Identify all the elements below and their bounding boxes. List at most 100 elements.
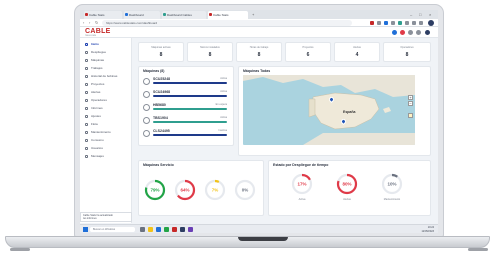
downloads-icon[interactable] bbox=[412, 21, 416, 25]
sidebar-item-ajustes[interactable]: Ajustes bbox=[83, 113, 129, 119]
machine-row[interactable]: SCU24968 Activa bbox=[143, 90, 227, 100]
alert-icon[interactable] bbox=[400, 30, 405, 35]
machine-bar bbox=[153, 134, 227, 136]
sidebar-item-label: Ajustes bbox=[91, 114, 101, 118]
minimize-icon[interactable]: – bbox=[410, 10, 412, 19]
profile-avatar[interactable] bbox=[428, 20, 434, 26]
notification-bell-icon[interactable] bbox=[392, 30, 397, 35]
laptop-foot-right bbox=[468, 248, 488, 251]
browser-address-bar: ‹ › ↻ https://www.cablestats.com/dashboa… bbox=[80, 19, 438, 27]
taskbar-clock[interactable]: 10:24 12/05/2023 bbox=[421, 226, 434, 233]
stat-title: Operadores bbox=[400, 46, 414, 49]
project-gauges-panel: Estado por Despliegue de tiempo 17% 80% … bbox=[268, 160, 431, 216]
stat-card[interactable]: Proyectos 6 bbox=[285, 42, 331, 62]
sidebar-item-inicio[interactable]: Inicio bbox=[83, 41, 129, 47]
sidebar-item-label: Inicio bbox=[91, 42, 99, 46]
file-explorer-icon[interactable] bbox=[148, 227, 153, 232]
sidebar-item-label: Operadores bbox=[91, 98, 107, 102]
zoom-out-icon[interactable]: − bbox=[408, 101, 413, 106]
zoom-in-icon[interactable]: + bbox=[408, 95, 413, 100]
tab-favicon-icon bbox=[163, 13, 166, 16]
machine-icon bbox=[85, 58, 88, 62]
chrome-icon[interactable] bbox=[172, 227, 177, 232]
messages-icon bbox=[85, 154, 88, 158]
home-icon bbox=[85, 42, 88, 46]
stat-card[interactable]: Operadores 8 bbox=[383, 42, 431, 62]
sidebar-item-consumo[interactable]: Consumo bbox=[83, 137, 129, 143]
maximize-icon[interactable]: □ bbox=[419, 10, 421, 19]
stat-card[interactable]: Horas de trabajo 8 bbox=[236, 42, 282, 62]
machine-name: HB5680 bbox=[153, 103, 166, 107]
windows-start-icon[interactable] bbox=[83, 227, 88, 232]
reload-icon[interactable]: ↻ bbox=[95, 20, 98, 26]
extension-icon[interactable] bbox=[398, 21, 402, 25]
forward-icon[interactable]: › bbox=[89, 20, 90, 26]
sidebar-item-label: Historial de bobinas bbox=[91, 74, 118, 78]
stat-value: 6 bbox=[306, 52, 310, 58]
machine-row[interactable]: TBS1904 Activa bbox=[143, 116, 227, 126]
tab-label: Dashboard Cables bbox=[167, 13, 192, 17]
sidebar-item-flota[interactable]: Flota bbox=[83, 121, 129, 127]
machine-row[interactable]: CLS24495 Inactiva bbox=[143, 129, 227, 139]
stat-card[interactable]: Alertas 4 bbox=[334, 42, 380, 62]
machine-name: SCU25248 bbox=[153, 77, 171, 81]
sidebar-item-alertas[interactable]: Alertas bbox=[83, 89, 129, 95]
sidebar-item-mantenimiento[interactable]: Mantenimiento bbox=[83, 129, 129, 135]
sidebar-item-label: Consumo bbox=[91, 138, 104, 142]
stat-card[interactable]: Metros instalados 8 bbox=[187, 42, 233, 62]
extension-icon[interactable] bbox=[377, 21, 381, 25]
settings-gear-icon[interactable] bbox=[408, 30, 413, 35]
street-view-icon[interactable] bbox=[408, 113, 413, 118]
maintenance-icon bbox=[85, 130, 88, 134]
url-input[interactable]: https://www.cablestats.com/dashboard bbox=[102, 20, 352, 26]
browser-tab-active[interactable]: Cable Stats bbox=[208, 11, 248, 19]
bookmark-icon[interactable] bbox=[391, 21, 395, 25]
stat-value: 4 bbox=[355, 52, 359, 58]
browser-tab[interactable]: Cable Stats bbox=[84, 11, 122, 19]
back-icon[interactable]: ‹ bbox=[83, 20, 84, 26]
laptop-foot-left bbox=[10, 248, 30, 251]
laptop-notch bbox=[238, 237, 288, 241]
sidebar-item-informes[interactable]: Informes bbox=[83, 105, 129, 111]
outlook-icon[interactable] bbox=[180, 227, 185, 232]
edge-browser-icon[interactable] bbox=[156, 227, 161, 232]
close-icon[interactable]: × bbox=[429, 10, 431, 19]
gauge: 79% bbox=[144, 179, 166, 201]
sidebar-item-despliegue[interactable]: Despliegue bbox=[83, 49, 129, 55]
teams-icon[interactable] bbox=[188, 227, 193, 232]
sidebar-item-historial[interactable]: Historial de bobinas bbox=[83, 73, 129, 79]
help-icon[interactable] bbox=[416, 30, 421, 35]
machine-row[interactable]: HB5680 En espera bbox=[143, 103, 227, 113]
app-header: CABLE TELECOMS bbox=[80, 27, 438, 38]
sidebar-item-maquinas[interactable]: Máquinas bbox=[83, 57, 129, 63]
machine-status-icon bbox=[143, 104, 150, 111]
machine-status-icon bbox=[143, 117, 150, 124]
extension-icon[interactable] bbox=[370, 21, 374, 25]
stat-title: Metros instalados bbox=[200, 46, 220, 49]
map-panel-title: Máquinas Todas bbox=[243, 69, 271, 73]
machine-row[interactable]: SCU25248 Activa bbox=[143, 77, 227, 87]
extension-icon[interactable] bbox=[384, 21, 388, 25]
gauge-value: 17% bbox=[297, 182, 306, 187]
menu-icon[interactable] bbox=[405, 21, 409, 25]
sidebar-item-label: Proyectos bbox=[91, 82, 105, 86]
new-tab-icon[interactable]: + bbox=[252, 10, 254, 19]
taskbar-search-input[interactable]: Buscar en Windows bbox=[90, 227, 135, 232]
sidebar-item-operadores[interactable]: Operadores bbox=[83, 97, 129, 103]
map-view[interactable]: España + − bbox=[243, 75, 415, 145]
task-view-icon[interactable] bbox=[140, 227, 145, 232]
sidebar-item-trabajos[interactable]: Trabajos bbox=[83, 65, 129, 71]
tab-favicon-icon bbox=[85, 13, 88, 16]
browser-tab[interactable]: Dashboard bbox=[124, 11, 160, 19]
stat-card[interactable]: Máquinas activas 8 bbox=[138, 42, 184, 62]
browser-tab[interactable]: Dashboard Cables bbox=[162, 11, 206, 19]
notification-toast[interactable]: Cable Stats ha actualizado tus informes bbox=[80, 212, 132, 222]
user-avatar[interactable] bbox=[425, 30, 430, 35]
more-icon[interactable] bbox=[419, 21, 423, 25]
machine-status-icon bbox=[143, 78, 150, 85]
sidebar-item-mensajes[interactable]: Mensajes bbox=[83, 153, 129, 159]
sidebar-item-proyectos[interactable]: Proyectos bbox=[83, 81, 129, 87]
excel-icon[interactable] bbox=[164, 227, 169, 232]
sidebar-item-usuarios[interactable]: Usuarios bbox=[83, 145, 129, 151]
machine-status: Activa bbox=[220, 77, 227, 80]
